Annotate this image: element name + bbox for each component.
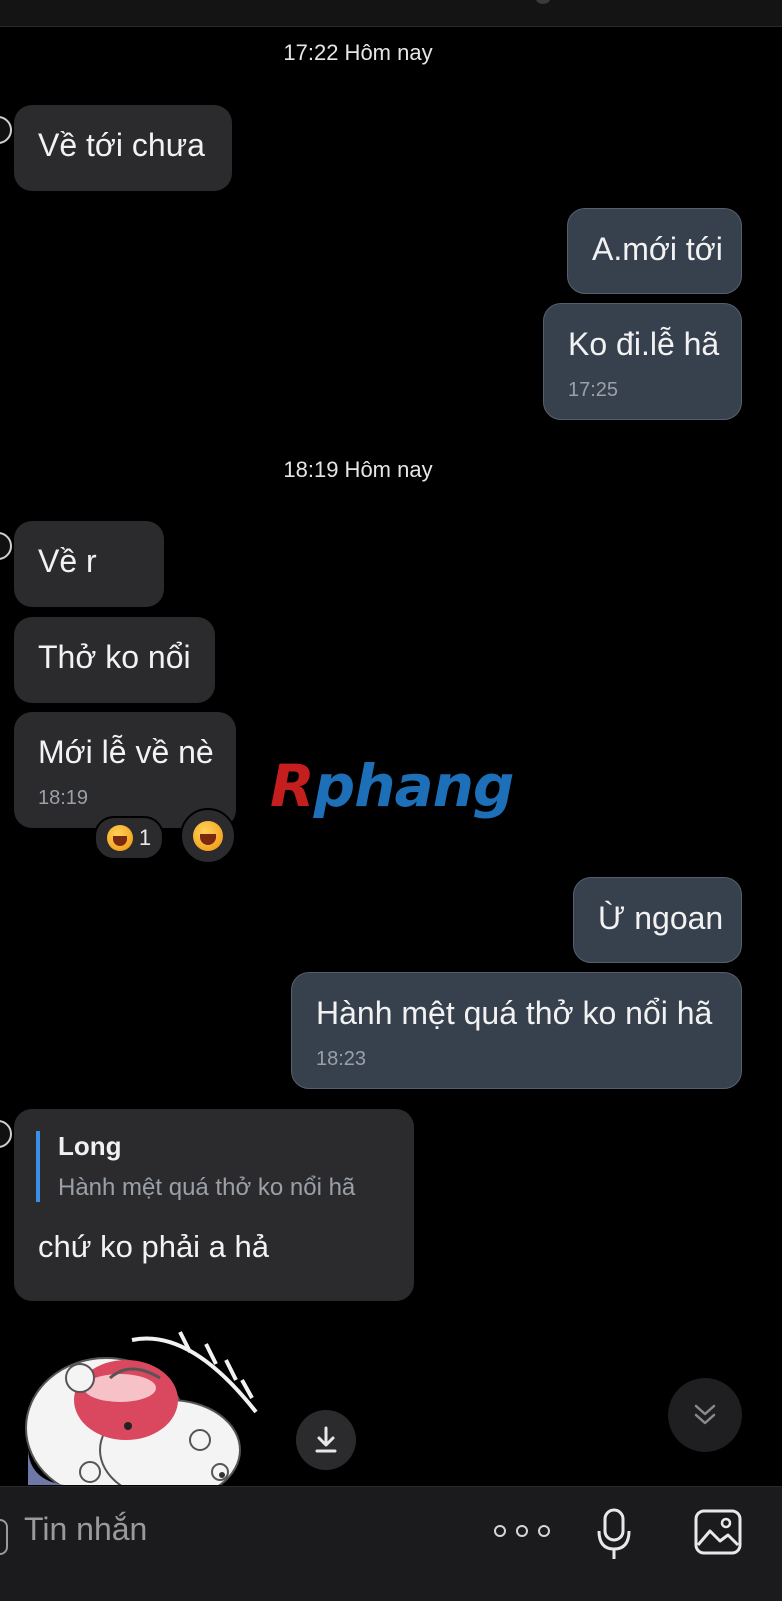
message-text: Mới lễ về nè xyxy=(38,734,214,770)
watermark-first-letter: R xyxy=(270,752,315,820)
outgoing-message[interactable]: Ừ ngoan xyxy=(573,877,742,963)
message-time: 18:19 xyxy=(38,787,89,809)
avatar[interactable] xyxy=(0,1120,12,1148)
add-reaction-button[interactable] xyxy=(180,808,236,864)
quoted-sender: Long xyxy=(58,1131,122,1161)
outgoing-message[interactable]: Ko đi.lễ hã 17:25 xyxy=(543,303,742,420)
message-text: Ko đi.lễ hã xyxy=(568,326,720,362)
message-text: Ừ ngoan xyxy=(598,900,724,936)
avatar[interactable] xyxy=(0,532,12,560)
message-text: Về r xyxy=(38,543,97,579)
download-button[interactable] xyxy=(296,1410,356,1470)
cat-sticker[interactable] xyxy=(20,1330,270,1485)
double-chevron-down-icon xyxy=(694,1404,716,1425)
message-time: 18:23 xyxy=(316,1048,367,1070)
message-time: 17:25 xyxy=(568,379,619,401)
image-icon[interactable] xyxy=(694,1509,742,1555)
message-text: chứ ko phải a hả xyxy=(38,1229,270,1264)
laughing-crying-emoji-icon xyxy=(106,825,133,851)
message-text: A.mới tới xyxy=(592,231,723,267)
mic-icon[interactable] xyxy=(596,1507,632,1561)
message-text: Hành mệt quá thở ko nổi hã xyxy=(316,995,713,1031)
watermark-logo: Rphang xyxy=(270,752,515,820)
date-separator: 18:19 Hôm nay xyxy=(283,457,433,482)
message-input-bar xyxy=(0,1486,782,1601)
scroll-to-bottom-button[interactable] xyxy=(668,1378,742,1452)
top-bar xyxy=(0,0,782,27)
incoming-message[interactable]: Thở ko nổi xyxy=(14,617,215,703)
reply-message[interactable]: Long Hành mệt quá thở ko nổi hã chứ ko p… xyxy=(14,1109,414,1301)
quoted-text: Hành mệt quá thở ko nổi hã xyxy=(58,1174,356,1201)
reaction-badge[interactable]: 1 xyxy=(94,816,164,860)
download-icon xyxy=(315,1426,337,1453)
outgoing-message[interactable]: A.mới tới xyxy=(567,208,742,294)
date-separator: 17:22 Hôm nay xyxy=(283,40,433,65)
message-text: Về tới chưa xyxy=(38,127,205,163)
watermark-rest: phang xyxy=(313,752,515,820)
outgoing-message[interactable]: Hành mệt quá thở ko nổi hã 18:23 xyxy=(291,972,742,1089)
avatar[interactable] xyxy=(0,116,12,144)
message-text: Thở ko nổi xyxy=(38,639,191,675)
incoming-message[interactable]: Về r xyxy=(14,521,164,607)
message-input[interactable] xyxy=(24,1511,464,1548)
laughing-crying-emoji-icon xyxy=(193,821,223,851)
more-icon[interactable] xyxy=(494,1517,550,1545)
reaction-count: 1 xyxy=(138,825,152,850)
quoted-message[interactable]: Long Hành mệt quá thở ko nổi hã xyxy=(36,1131,355,1202)
incoming-message[interactable]: Về tới chưa xyxy=(14,105,232,191)
top-bar-indicator xyxy=(536,0,550,4)
sticker-toggle-icon[interactable] xyxy=(0,1519,8,1555)
